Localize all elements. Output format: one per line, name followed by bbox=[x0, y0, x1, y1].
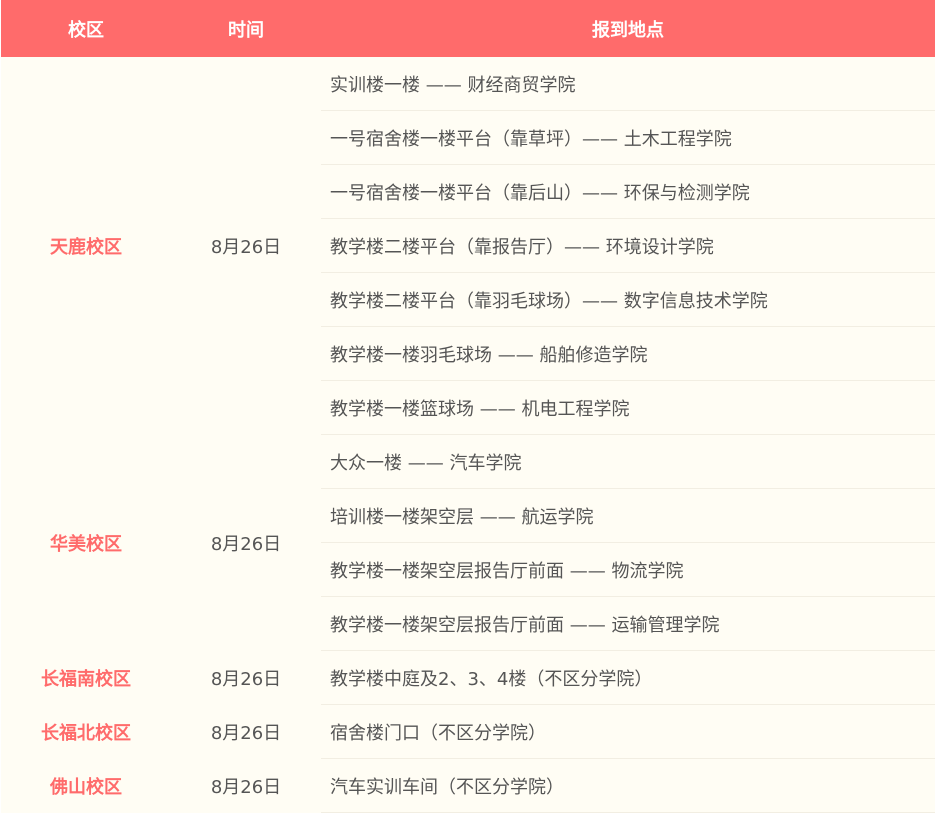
table-row: 华美校区 8月26日 大众一楼 —— 汽车学院 bbox=[1, 434, 935, 555]
header-place: 报到地点 bbox=[592, 19, 664, 41]
table-row: 长福南校区 8月26日 教学楼中庭及2、3、4楼（不区分学院） bbox=[1, 650, 935, 705]
registration-place: 大众一楼 —— 汽车学院 bbox=[321, 434, 935, 489]
campus-name: 长福北校区 bbox=[41, 722, 131, 744]
header-time: 时间 bbox=[228, 19, 264, 41]
header-campus: 校区 bbox=[68, 19, 104, 41]
registration-place: 教学楼中庭及2、3、4楼（不区分学院） bbox=[321, 650, 935, 705]
registration-date: 8月26日 bbox=[210, 668, 282, 690]
campus-name: 华美校区 bbox=[50, 533, 122, 555]
registration-place: 宿舍楼门口（不区分学院） bbox=[321, 704, 935, 759]
registration-place: 培训楼一楼架空层 —— 航运学院 bbox=[321, 488, 935, 543]
registration-table: 校区 时间 报到地点 天鹿校区 8月26日 实训楼一楼 —— 财经商贸学院 一号宿舍楼… bbox=[1, 0, 935, 813]
campus-name: 长福南校区 bbox=[41, 668, 131, 690]
registration-place: 教学楼二楼平台（靠报告厅）—— 环境设计学院 bbox=[321, 218, 935, 273]
registration-date: 8月26日 bbox=[210, 722, 282, 744]
registration-place: 教学楼二楼平台（靠羽毛球场）—— 数字信息技术学院 bbox=[321, 272, 935, 327]
registration-date: 8月26日 bbox=[210, 236, 282, 258]
registration-place: 汽车实训车间（不区分学院） bbox=[321, 758, 935, 813]
registration-date: 8月26日 bbox=[210, 776, 282, 798]
campus-name: 天鹿校区 bbox=[50, 236, 122, 258]
registration-date: 8月26日 bbox=[210, 533, 282, 555]
registration-place: 教学楼一楼篮球场 —— 机电工程学院 bbox=[321, 380, 935, 435]
registration-place: 实训楼一楼 —— 财经商贸学院 bbox=[321, 57, 935, 111]
campus-name: 佛山校区 bbox=[50, 776, 122, 798]
registration-place: 教学楼一楼架空层报告厅前面 —— 物流学院 bbox=[321, 542, 935, 597]
registration-place: 一号宿舍楼一楼平台（靠后山）—— 环保与检测学院 bbox=[321, 164, 935, 219]
table-row: 佛山校区 8月26日 汽车实训车间（不区分学院） bbox=[1, 758, 935, 813]
registration-place: 一号宿舍楼一楼平台（靠草坪）—— 土木工程学院 bbox=[321, 110, 935, 165]
table-header: 校区 时间 报到地点 bbox=[1, 0, 935, 57]
registration-place: 教学楼一楼架空层报告厅前面 —— 运输管理学院 bbox=[321, 596, 935, 651]
registration-place: 教学楼一楼羽毛球场 —— 船舶修造学院 bbox=[321, 326, 935, 381]
table-body: 天鹿校区 8月26日 实训楼一楼 —— 财经商贸学院 一号宿舍楼一楼平台（靠草坪）——… bbox=[1, 57, 935, 813]
table-row: 长福北校区 8月26日 宿舍楼门口（不区分学院） bbox=[1, 704, 935, 759]
table-row: 天鹿校区 8月26日 实训楼一楼 —— 财经商贸学院 bbox=[1, 57, 935, 258]
